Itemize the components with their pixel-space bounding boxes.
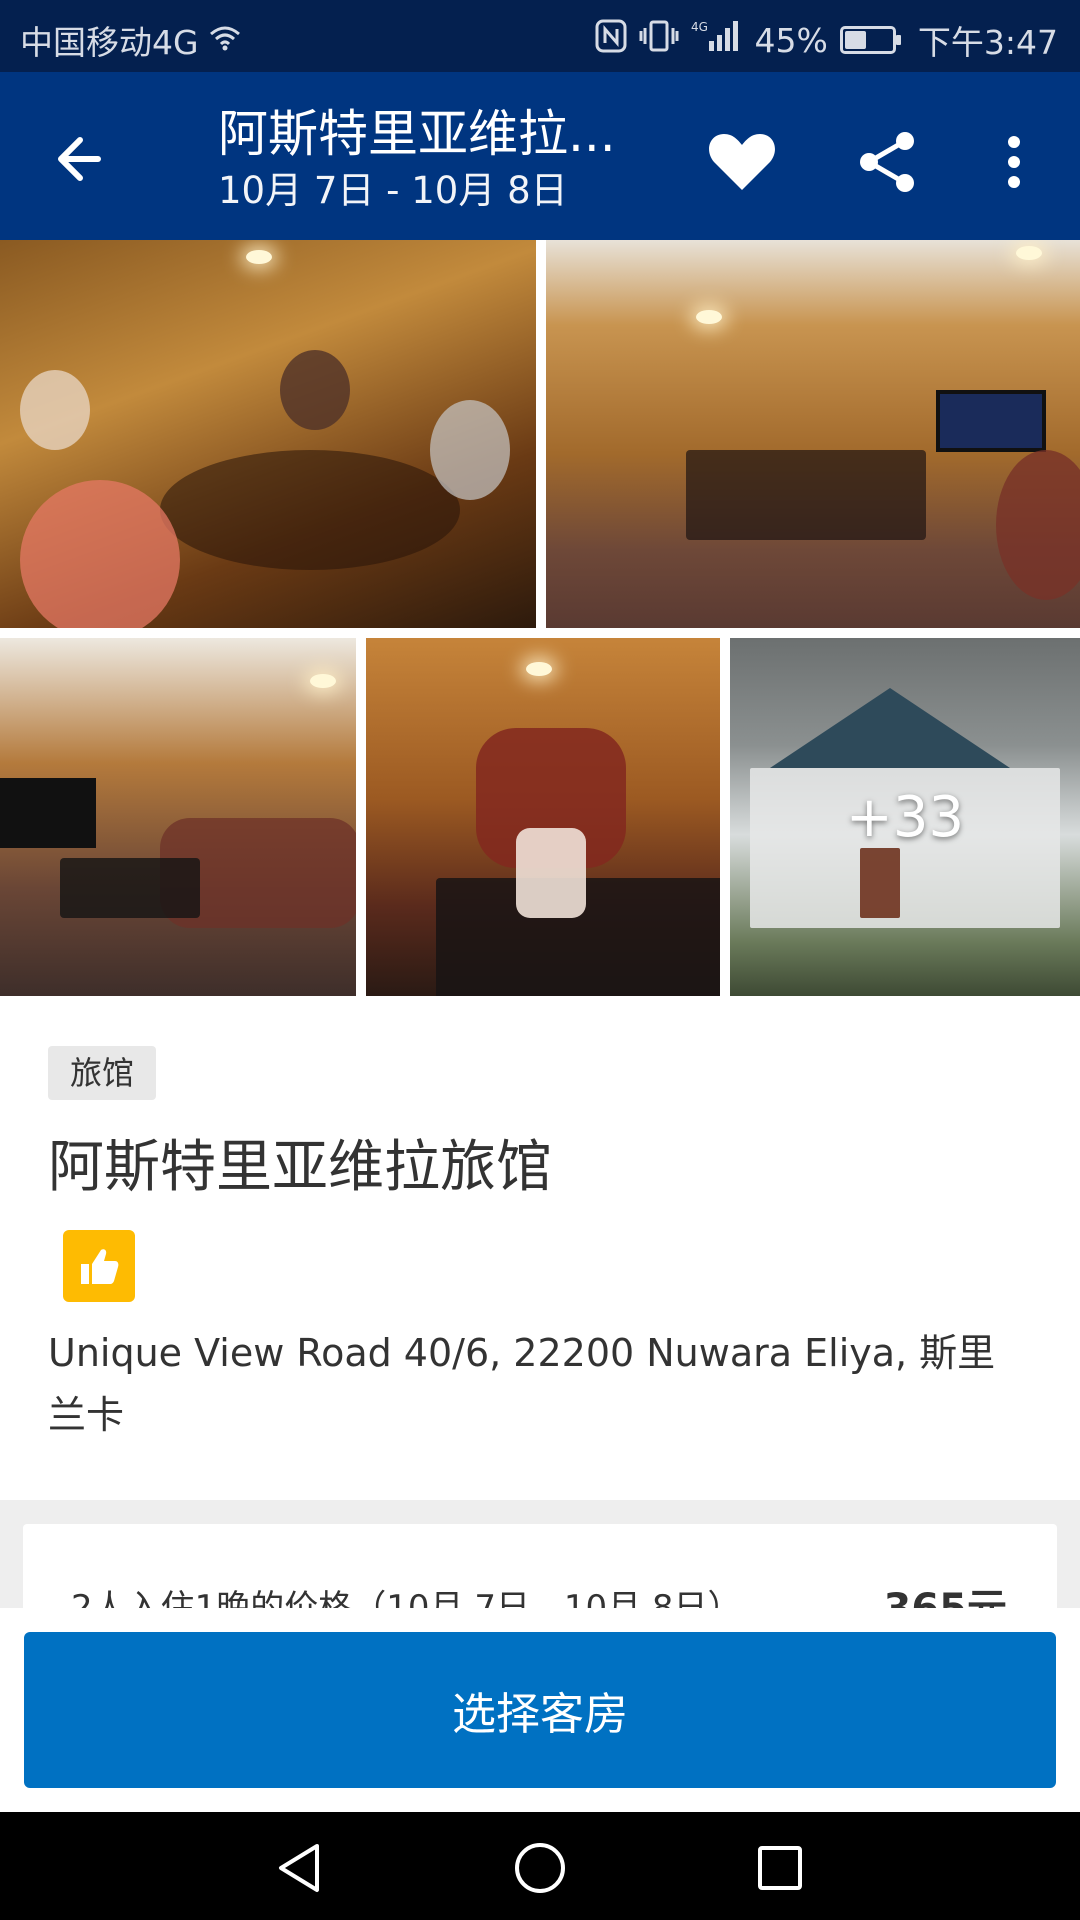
battery-percent: 45%: [754, 20, 828, 60]
wifi-icon: [209, 21, 241, 60]
network-label: 4G: [691, 20, 708, 34]
back-button[interactable]: [50, 122, 120, 192]
favorite-button[interactable]: [702, 122, 782, 202]
header-title: 阿斯特里亚维拉...: [218, 105, 616, 163]
nav-recents-icon: [758, 1846, 802, 1890]
photo-dining-room[interactable]: [546, 240, 1080, 628]
nav-recents-button[interactable]: [750, 1838, 810, 1898]
system-nav-bar: [0, 1812, 1080, 1920]
photo-exterior-more[interactable]: +33: [730, 638, 1080, 996]
nav-back-icon: [279, 1844, 319, 1892]
nav-home-button[interactable]: [510, 1838, 570, 1898]
photo-dining-group[interactable]: [0, 240, 536, 628]
vibrate-icon: [639, 19, 679, 61]
more-photos-count: +33: [845, 784, 965, 850]
preferred-thumb-badge[interactable]: [63, 1230, 135, 1302]
select-room-button[interactable]: 选择客房: [24, 1632, 1056, 1788]
more-vert-icon: [1008, 136, 1020, 188]
nav-home-icon: [515, 1843, 565, 1893]
status-bar: 中国移动4G 4G 45% 下午3:47: [0, 0, 1080, 72]
bottom-action-bar: 选择客房: [0, 1608, 1080, 1812]
battery-fill: [844, 31, 866, 49]
nav-back-button[interactable]: [270, 1838, 330, 1898]
heart-icon: [709, 134, 775, 190]
photo-lounge[interactable]: [0, 638, 356, 996]
clock: 下午3:47: [917, 23, 1058, 62]
thumbs-up-icon: [81, 1249, 119, 1284]
photo-gallery: +33: [0, 240, 1080, 996]
more-options-button[interactable]: [974, 122, 1054, 202]
header-title-group: 阿斯特里亚维拉... 10月 7日 - 10月 8日: [218, 102, 638, 216]
share-button[interactable]: [848, 122, 928, 202]
signal-icon: 4G: [691, 19, 743, 61]
battery-icon: [839, 26, 901, 54]
share-icon: [860, 132, 914, 192]
back-arrow-icon: [58, 137, 101, 181]
header-dates: 10月 7日 - 10月 8日: [218, 169, 568, 212]
carrier-label: 中国移动4G: [20, 23, 199, 62]
app-header: 阿斯特里亚维拉... 10月 7日 - 10月 8日: [0, 72, 1080, 240]
nfc-icon: [595, 19, 627, 61]
photo-armchair[interactable]: [366, 638, 720, 996]
property-address[interactable]: Unique View Road 40/6, 22200 Nuwara Eliy…: [48, 1322, 1028, 1446]
property-name: 阿斯特里亚维拉旅馆: [48, 1135, 552, 1200]
property-type-badge: 旅馆: [48, 1046, 157, 1100]
